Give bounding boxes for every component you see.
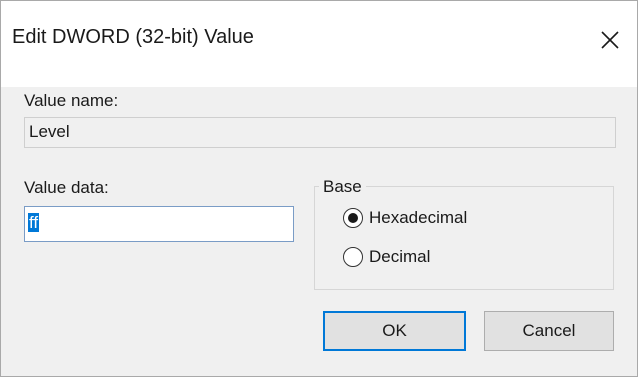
dialog-title: Edit DWORD (32-bit) Value — [12, 26, 254, 48]
value-name-field: Level — [24, 117, 616, 148]
radio-hexadecimal[interactable]: Hexadecimal — [343, 208, 467, 228]
value-name-label: Value name: — [24, 91, 119, 110]
cancel-button[interactable]: Cancel — [484, 311, 614, 351]
radio-decimal[interactable]: Decimal — [343, 247, 430, 267]
title-bar: Edit DWORD (32-bit) Value — [1, 1, 637, 87]
radio-hexadecimal-label: Hexadecimal — [369, 208, 468, 227]
radio-dot-icon — [348, 213, 358, 223]
close-icon — [601, 31, 619, 49]
radio-decimal-label: Decimal — [369, 247, 431, 266]
close-button[interactable] — [591, 21, 629, 59]
radio-unselected-icon — [343, 247, 363, 267]
base-legend: Base — [319, 177, 366, 197]
value-data-label: Value data: — [24, 178, 109, 197]
base-group-box — [314, 186, 614, 290]
radio-selected-icon — [343, 208, 363, 228]
value-data-text: ff — [28, 213, 40, 232]
ok-button[interactable]: OK — [323, 311, 466, 351]
edit-dword-dialog: Edit DWORD (32-bit) Value Value name: Le… — [0, 0, 638, 377]
value-data-input[interactable]: ff — [24, 206, 294, 242]
